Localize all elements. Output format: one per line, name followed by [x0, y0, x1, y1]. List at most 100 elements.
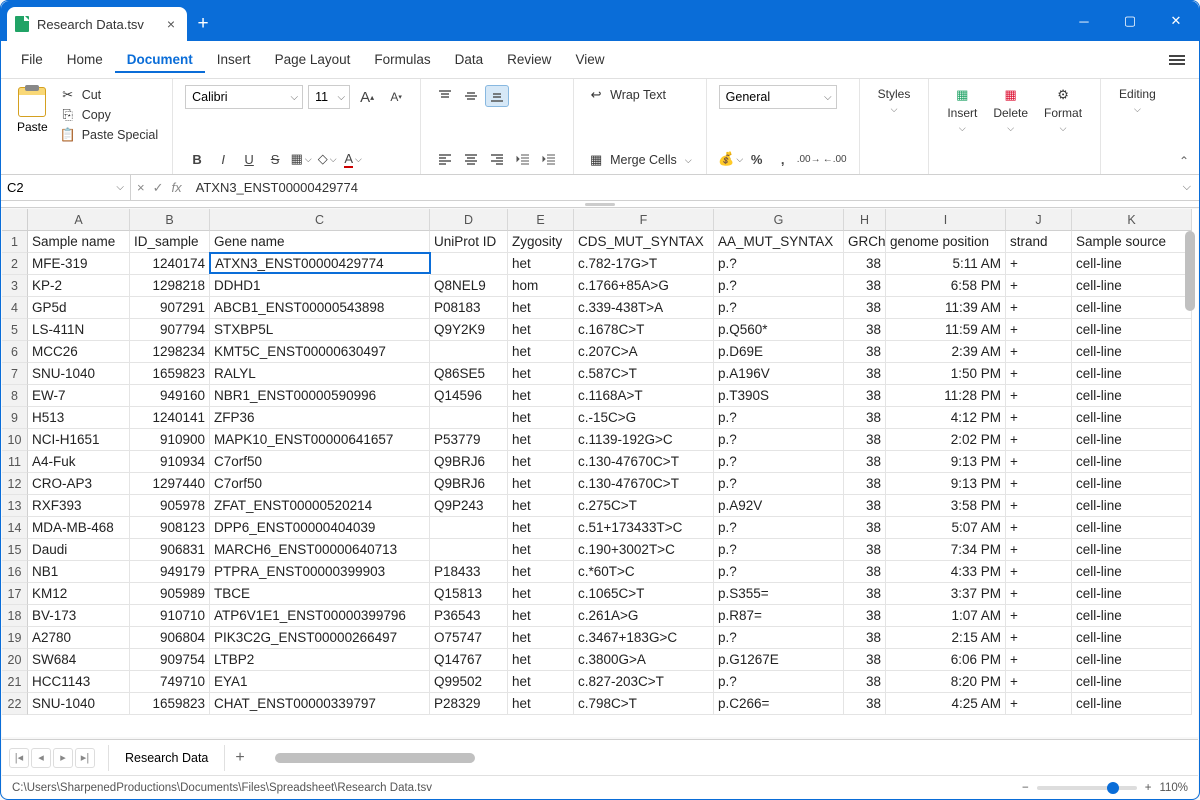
cell-J18[interactable]: +: [1006, 605, 1072, 627]
row-header-9[interactable]: 9: [2, 407, 28, 429]
cell-D21[interactable]: Q99502: [430, 671, 508, 693]
cell-K3[interactable]: cell-line: [1072, 275, 1192, 297]
first-sheet-button[interactable]: |◂: [9, 748, 29, 768]
menu-toggle-icon[interactable]: [1163, 47, 1191, 73]
cell-H11[interactable]: 38: [844, 451, 886, 473]
zoom-slider-thumb[interactable]: [1107, 782, 1119, 794]
increase-font-button[interactable]: A▴: [355, 86, 379, 108]
cell-B3[interactable]: 1298218: [130, 275, 210, 297]
delete-button[interactable]: ▦Delete⌵: [987, 85, 1034, 136]
cell-F8[interactable]: c.1168A>T: [574, 385, 714, 407]
cell-H12[interactable]: 38: [844, 473, 886, 495]
cell-F15[interactable]: c.190+3002T>C: [574, 539, 714, 561]
cell-A18[interactable]: BV-173: [28, 605, 130, 627]
cell-B2[interactable]: 1240174: [130, 253, 210, 275]
close-tab-icon[interactable]: ×: [165, 14, 177, 34]
cell-G5[interactable]: p.Q560*: [714, 319, 844, 341]
cell-D12[interactable]: Q9BRJ6: [430, 473, 508, 495]
menu-review[interactable]: Review: [495, 46, 563, 73]
cell-C20[interactable]: LTBP2: [210, 649, 430, 671]
cell-H10[interactable]: 38: [844, 429, 886, 451]
cell-A13[interactable]: RXF393: [28, 495, 130, 517]
cell-E5[interactable]: het: [508, 319, 574, 341]
vertical-scrollbar[interactable]: [1184, 231, 1196, 729]
cell-A17[interactable]: KM12: [28, 583, 130, 605]
cell-J19[interactable]: +: [1006, 627, 1072, 649]
cell-D17[interactable]: Q15813: [430, 583, 508, 605]
cell-J11[interactable]: +: [1006, 451, 1072, 473]
cell-I20[interactable]: 6:06 PM: [886, 649, 1006, 671]
fx-icon[interactable]: fx: [172, 180, 182, 195]
cell-A12[interactable]: CRO-AP3: [28, 473, 130, 495]
cell-C7[interactable]: RALYL: [210, 363, 430, 385]
collapse-ribbon-button[interactable]: ⌃: [1179, 154, 1189, 168]
cell-D4[interactable]: P08183: [430, 297, 508, 319]
cell-K11[interactable]: cell-line: [1072, 451, 1192, 473]
row-header-12[interactable]: 12: [2, 473, 28, 495]
cell-K15[interactable]: cell-line: [1072, 539, 1192, 561]
cell-K14[interactable]: cell-line: [1072, 517, 1192, 539]
cell-J7[interactable]: +: [1006, 363, 1072, 385]
cell-G3[interactable]: p.?: [714, 275, 844, 297]
column-header-D[interactable]: D: [430, 209, 508, 231]
cell-F13[interactable]: c.275C>T: [574, 495, 714, 517]
cell-H16[interactable]: 38: [844, 561, 886, 583]
minimize-button[interactable]: ─: [1061, 1, 1107, 41]
cell-B4[interactable]: 907291: [130, 297, 210, 319]
cell-C11[interactable]: C7orf50: [210, 451, 430, 473]
cell-E13[interactable]: het: [508, 495, 574, 517]
formula-input[interactable]: ATXN3_ENST00000429774: [188, 175, 1175, 200]
sheet-tab[interactable]: Research Data: [108, 745, 225, 771]
row-header-14[interactable]: 14: [2, 517, 28, 539]
cell-J9[interactable]: +: [1006, 407, 1072, 429]
row-header-10[interactable]: 10: [2, 429, 28, 451]
cell-I3[interactable]: 6:58 PM: [886, 275, 1006, 297]
cell-F22[interactable]: c.798C>T: [574, 693, 714, 715]
cell-H14[interactable]: 38: [844, 517, 886, 539]
cell-G7[interactable]: p.A196V: [714, 363, 844, 385]
italic-button[interactable]: I: [211, 148, 235, 170]
cell-H13[interactable]: 38: [844, 495, 886, 517]
cell-G14[interactable]: p.?: [714, 517, 844, 539]
cell-D6[interactable]: [430, 341, 508, 363]
menu-view[interactable]: View: [563, 46, 616, 73]
cell-F12[interactable]: c.130-47670C>T: [574, 473, 714, 495]
cell-F16[interactable]: c.*60T>C: [574, 561, 714, 583]
cell-D22[interactable]: P28329: [430, 693, 508, 715]
cell-B9[interactable]: 1240141: [130, 407, 210, 429]
cell-A10[interactable]: NCI-H1651: [28, 429, 130, 451]
cell-C21[interactable]: EYA1: [210, 671, 430, 693]
borders-button[interactable]: ▦⌵: [289, 148, 313, 170]
column-header-J[interactable]: J: [1006, 209, 1072, 231]
cell-F21[interactable]: c.827-203C>T: [574, 671, 714, 693]
cell-C5[interactable]: STXBP5L: [210, 319, 430, 341]
cell-E17[interactable]: het: [508, 583, 574, 605]
cell-I18[interactable]: 1:07 AM: [886, 605, 1006, 627]
cell-K13[interactable]: cell-line: [1072, 495, 1192, 517]
cell-A20[interactable]: SW684: [28, 649, 130, 671]
cell-A22[interactable]: SNU-1040: [28, 693, 130, 715]
cell-F11[interactable]: c.130-47670C>T: [574, 451, 714, 473]
cell-K12[interactable]: cell-line: [1072, 473, 1192, 495]
row-header-8[interactable]: 8: [2, 385, 28, 407]
cell-J2[interactable]: +: [1006, 253, 1072, 275]
cell-H22[interactable]: 38: [844, 693, 886, 715]
cell-B8[interactable]: 949160: [130, 385, 210, 407]
cell-E6[interactable]: het: [508, 341, 574, 363]
column-header-C[interactable]: C: [210, 209, 430, 231]
cell-K21[interactable]: cell-line: [1072, 671, 1192, 693]
cell-F3[interactable]: c.1766+85A>G: [574, 275, 714, 297]
cell-E20[interactable]: het: [508, 649, 574, 671]
cell-C9[interactable]: ZFP36: [210, 407, 430, 429]
last-sheet-button[interactable]: ▸|: [75, 748, 95, 768]
cell-H21[interactable]: 38: [844, 671, 886, 693]
column-header-H[interactable]: H: [844, 209, 886, 231]
cell-F10[interactable]: c.1139-192G>C: [574, 429, 714, 451]
row-header-2[interactable]: 2: [2, 253, 28, 275]
cell-H15[interactable]: 38: [844, 539, 886, 561]
menu-data[interactable]: Data: [443, 46, 496, 73]
cell-G2[interactable]: p.?: [714, 253, 844, 275]
cell-C17[interactable]: TBCE: [210, 583, 430, 605]
cell-D3[interactable]: Q8NEL9: [430, 275, 508, 297]
cell-J17[interactable]: +: [1006, 583, 1072, 605]
